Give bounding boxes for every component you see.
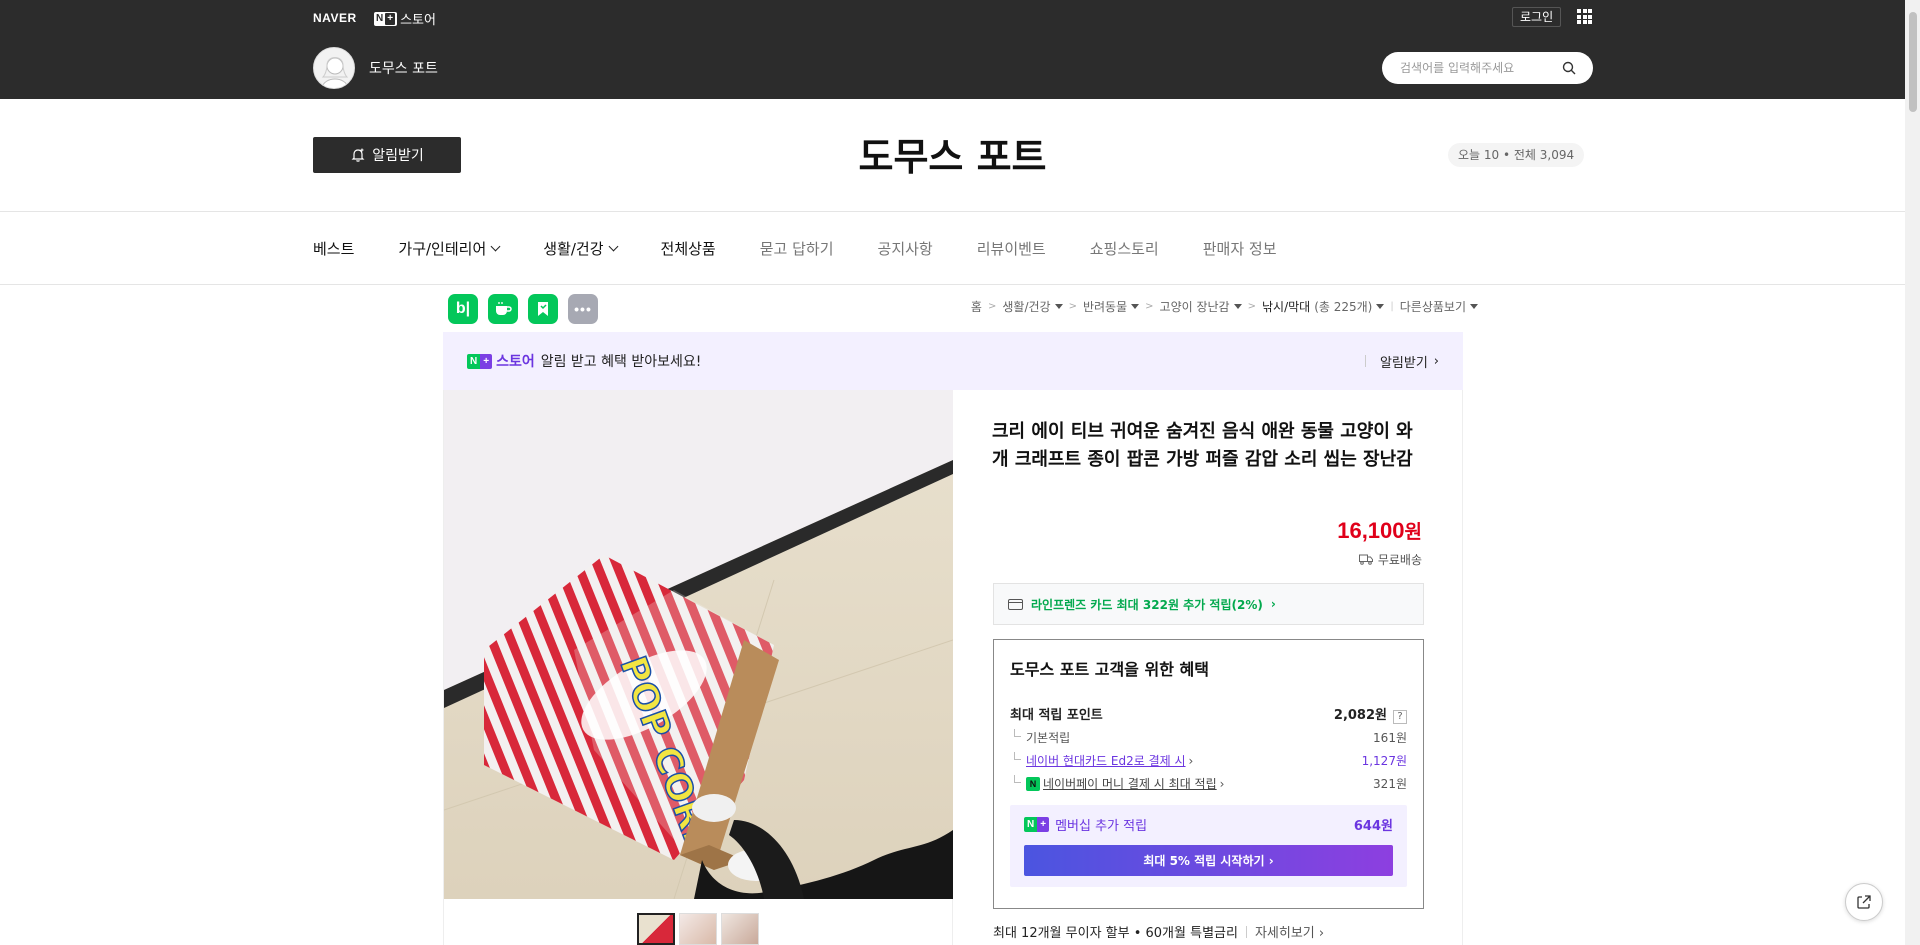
nav-item-all-products[interactable]: 전체상품 [661, 238, 716, 259]
product-main-image[interactable]: POP CORN [444, 390, 953, 899]
breadcrumb-separator-icon: > [987, 301, 997, 312]
store-avatar[interactable] [313, 47, 355, 89]
keep-icon[interactable] [528, 294, 558, 324]
naver-logo[interactable]: NAVER [313, 11, 357, 25]
thumbnail-image[interactable] [679, 913, 717, 945]
membership-box: N + 멤버십 추가 적립 644원 최대 5% 적립 시작하기 › [1010, 805, 1407, 887]
share-icon [1857, 895, 1871, 909]
nav-item-qna[interactable]: 묻고 답하기 [760, 238, 834, 259]
search-icon[interactable] [1562, 61, 1576, 75]
nplus-badge-icon: N + [467, 353, 493, 369]
breadcrumb-living-health[interactable]: 생활/건강 [1002, 298, 1063, 315]
nplus-badge-icon: N + [374, 11, 398, 26]
store-name-link[interactable]: 도무스 포트 [369, 58, 438, 78]
caret-down-icon [1054, 304, 1063, 309]
nplus-promo-banner: N + 스토어 알림 받고 혜택 받아보세요! 알림받기 › [443, 332, 1463, 390]
nav-item-best[interactable]: 베스트 [313, 238, 354, 259]
thumbnail-image[interactable] [637, 913, 675, 945]
membership-start-button[interactable]: 최대 5% 적립 시작하기 › [1024, 845, 1393, 876]
breadcrumb-cat-toys[interactable]: 고양이 장난감 [1160, 298, 1242, 315]
truck-icon [1358, 554, 1373, 565]
category-nav: 베스트 가구/인테리어 생활/건강 전체상품 묻고 답하기 공지사항 리뷰이벤트… [313, 238, 1321, 259]
product-price: 16,100원 [1337, 518, 1422, 543]
nav-item-furniture[interactable]: 가구/인테리어 [398, 238, 501, 259]
chevron-down-icon [608, 241, 618, 251]
search-box [1382, 52, 1593, 84]
breadcrumb-pets[interactable]: 반려동물 [1083, 298, 1140, 315]
installment-info: 최대 12개월 무이자 할부 • 60개월 특별금리 자세히보기 › [993, 922, 1324, 941]
divider [0, 284, 1905, 285]
visit-count: 오늘 10 • 전체 3,094 [1448, 143, 1585, 167]
page-scrollbar[interactable] [1905, 0, 1920, 945]
chevron-down-icon [490, 241, 501, 251]
store-title[interactable]: 도무스 포트 [0, 126, 1905, 181]
help-icon[interactable]: ? [1393, 710, 1407, 724]
caret-down-icon [1376, 304, 1385, 309]
apps-grid-icon[interactable] [1577, 9, 1592, 24]
search-input[interactable] [1400, 59, 1560, 77]
shipping-info: 무료배송 [1358, 551, 1422, 568]
promo-text: 알림 받고 혜택 받아보세요! [540, 354, 702, 370]
breadcrumb-separator-icon: > [1068, 301, 1077, 312]
share-icons: b| ••• [448, 294, 598, 324]
breadcrumb-separator-icon: > [1145, 301, 1154, 312]
promo-alarm-button[interactable]: 알림받기 › [1364, 352, 1439, 371]
blog-icon[interactable]: b| [448, 294, 478, 324]
thumbnail-list [637, 913, 759, 945]
nplus-store-logo: N + 스토어 [467, 351, 535, 371]
divider [0, 211, 1905, 212]
thumbnail-image[interactable] [721, 913, 759, 945]
chevron-right-icon: › [1188, 753, 1194, 768]
scrollbar-thumb[interactable] [1909, 12, 1917, 112]
breadcrumb-fishing-stick[interactable]: 낚시/막대 (총 225개) [1262, 298, 1385, 315]
max-point-row: 최대 적립 포인트 2,082원? [1010, 704, 1407, 724]
other-products-dropdown[interactable]: 다른상품보기 [1400, 298, 1478, 315]
product-info-panel: 크리 에이 티브 귀여운 숨겨진 음식 애완 동물 고양이 와 개 크래프트 종… [953, 390, 1463, 945]
pay-point-row: N 네이버페이 머니 결제 시 최대 적립 › 321원 [1010, 775, 1407, 792]
npay-money-link[interactable]: 네이버페이 머니 결제 시 최대 적립 [1043, 775, 1217, 792]
cafe-icon[interactable] [488, 294, 518, 324]
nav-item-seller-info[interactable]: 판매자 정보 [1203, 238, 1277, 259]
nplus-store-logo[interactable]: N + 스토어 [374, 9, 436, 28]
breadcrumb-separator-icon: > [1247, 301, 1256, 312]
chevron-right-icon: › [1219, 776, 1225, 791]
caret-down-icon [1470, 304, 1478, 309]
caret-down-icon [1233, 304, 1242, 309]
nav-item-review-event[interactable]: 리뷰이벤트 [977, 238, 1046, 259]
chevron-right-icon: › [1433, 353, 1439, 369]
chevron-right-icon: › [1270, 597, 1276, 611]
hyundai-card-link[interactable]: 네이버 현대카드 Ed2로 결제 시 [1026, 752, 1186, 769]
card-point-row: 네이버 현대카드 Ed2로 결제 시 › 1,127원 [1010, 752, 1407, 769]
caret-down-icon [1131, 304, 1140, 309]
nav-item-shopping-story[interactable]: 쇼핑스토리 [1090, 238, 1159, 259]
card-benefit-link[interactable]: 라인프렌즈 카드 최대 322원 추가 적립(2%) › [993, 583, 1424, 625]
installment-detail-link[interactable]: 자세히보기 › [1255, 922, 1324, 941]
breadcrumb-separator: | [1390, 301, 1394, 312]
benefit-title: 도무스 포트 고객을 위한 혜택 [1010, 660, 1209, 679]
breadcrumb-home[interactable]: 홈 [971, 298, 982, 315]
product-image-panel: POP CORN [443, 390, 953, 945]
nstore-label: 스토어 [400, 13, 436, 28]
breadcrumb: 홈 > 생활/건강 > 반려동물 > 고양이 장난감 > 낚시/막대 (총 225… [971, 298, 1478, 315]
chevron-right-icon: › [1268, 853, 1274, 868]
npay-icon: N [1026, 776, 1040, 791]
base-point-row: 기본적립 161원 [1010, 729, 1407, 746]
credit-card-icon [1008, 598, 1023, 610]
nav-item-living-health[interactable]: 생활/건강 [543, 238, 618, 259]
top-header: NAVER N + 스토어 로그인 도무스 포트 [0, 0, 1905, 99]
customer-benefit-box: 도무스 포트 고객을 위한 혜택 최대 적립 포인트 2,082원? 기본적립 … [993, 639, 1424, 909]
product-title: 크리 에이 티브 귀여운 숨겨진 음식 애완 동물 고양이 와 개 크래프트 종… [992, 421, 1413, 470]
nplus-badge-icon: N + [1024, 817, 1050, 832]
share-float-button[interactable] [1845, 883, 1883, 921]
login-button[interactable]: 로그인 [1512, 7, 1562, 27]
nav-item-notice[interactable]: 공지사항 [878, 238, 933, 259]
more-icon[interactable]: ••• [568, 294, 598, 324]
